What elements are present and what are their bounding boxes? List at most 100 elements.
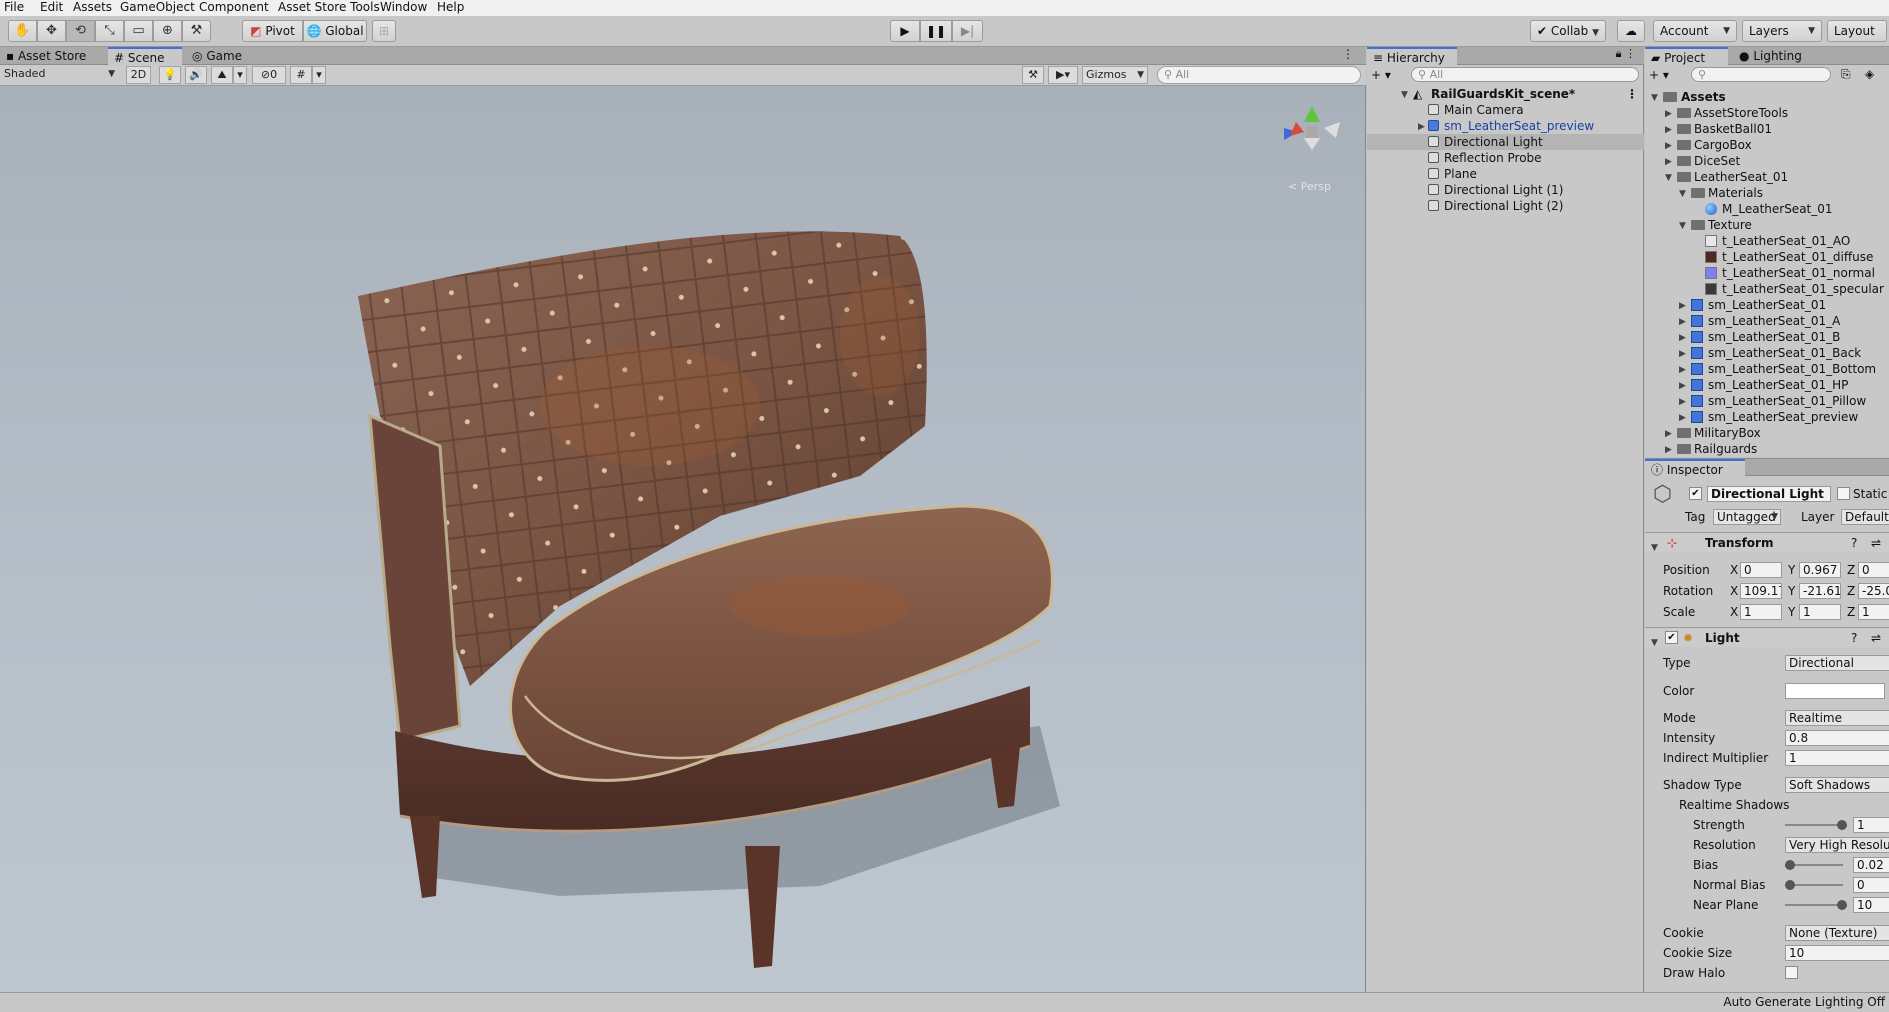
menu-help[interactable]: Help <box>437 0 464 16</box>
filter-label-icon[interactable]: ◈ <box>1865 67 1874 81</box>
camera-settings-icon[interactable]: ▶▾ <box>1048 66 1078 84</box>
position-z-input[interactable]: 0 <box>1858 562 1889 578</box>
grid-dropdown-icon[interactable]: ▾ <box>312 66 326 84</box>
tab-project[interactable]: ▰ Project <box>1645 47 1728 65</box>
indirect-multiplier-input[interactable]: 1 <box>1785 750 1889 766</box>
help-icon[interactable]: ? <box>1851 628 1857 648</box>
slider-knob[interactable] <box>1785 860 1795 870</box>
project-item[interactable]: ▶ sm_LeatherSeat_01_Pillow <box>1645 393 1889 409</box>
help-icon[interactable]: ? <box>1851 533 1857 553</box>
hierarchy-item[interactable]: ▶ sm_LeatherSeat_preview <box>1367 118 1644 134</box>
persp-label[interactable]: < Persp <box>1288 180 1331 193</box>
static-checkbox[interactable] <box>1837 487 1850 500</box>
tools-icon[interactable]: ⚒ <box>1022 66 1044 84</box>
active-checkbox[interactable]: ✔ <box>1689 487 1702 500</box>
audio-toggle-icon[interactable]: 🔊 <box>185 66 207 84</box>
pause-button[interactable]: ❚❚ <box>920 20 952 42</box>
menu-assets[interactable]: Assets <box>73 0 112 16</box>
menu-file[interactable]: File <box>4 0 24 16</box>
bias-input[interactable]: 0.02 <box>1853 857 1889 873</box>
custom-tool-icon[interactable]: ⚒ <box>182 20 211 42</box>
project-item[interactable]: ▶ AssetStoreTools <box>1645 105 1889 121</box>
rect-tool-icon[interactable]: ▭ <box>124 20 153 42</box>
slider-knob[interactable] <box>1837 820 1847 830</box>
hidden-objects-toggle[interactable]: ⊘0 <box>252 66 286 84</box>
tab-inspector[interactable]: ⓘ Inspector <box>1645 459 1745 477</box>
project-item[interactable]: ▶ BasketBall01 <box>1645 121 1889 137</box>
layers-dropdown[interactable]: Layers ▼ <box>1742 20 1822 42</box>
project-item[interactable]: ▶ sm_LeatherSeat_01 <box>1645 297 1889 313</box>
menu-gameobject[interactable]: GameObject <box>120 0 195 16</box>
strength-input[interactable]: 1 <box>1853 817 1889 833</box>
rotation-x-input[interactable]: 109.17 <box>1740 583 1782 599</box>
cookie-object-field[interactable]: None (Texture) <box>1785 925 1889 941</box>
project-item[interactable]: ▼ Materials <box>1645 185 1889 201</box>
lock-icon[interactable]: 🔒︎ ⋮ <box>1616 47 1636 61</box>
more-options-icon[interactable]: ⋮ <box>1342 47 1354 61</box>
hierarchy-item[interactable]: Directional Light (2) <box>1367 198 1644 214</box>
layout-dropdown[interactable]: Layout <box>1827 20 1887 42</box>
project-item[interactable]: ▶ sm_LeatherSeat_01_HP <box>1645 377 1889 393</box>
draw-halo-checkbox[interactable] <box>1785 966 1798 979</box>
scene-viewport[interactable]: < Persp <box>0 86 1366 992</box>
rotation-z-input[interactable]: -25.0 <box>1858 583 1889 599</box>
bias-slider[interactable] <box>1785 857 1847 873</box>
slider-knob[interactable] <box>1837 900 1847 910</box>
scale-tool-icon[interactable]: ⤡ <box>95 20 124 42</box>
hand-tool-icon[interactable]: ✋ <box>8 20 37 42</box>
more-options-icon[interactable]: ⋮ <box>1626 86 1638 102</box>
tab-asset-store[interactable]: ▪ Asset Store <box>0 47 108 65</box>
shadow-type-dropdown[interactable]: Soft Shadows <box>1785 777 1889 793</box>
hierarchy-item[interactable]: Reflection Probe <box>1367 150 1644 166</box>
scale-x-input[interactable]: 1 <box>1740 604 1782 620</box>
project-item[interactable]: M_LeatherSeat_01 <box>1645 201 1889 217</box>
shading-mode-dropdown[interactable]: Shaded ▼ <box>2 66 119 84</box>
project-item[interactable]: ▼ Texture <box>1645 217 1889 233</box>
create-button[interactable]: + ▾ <box>1371 68 1391 82</box>
project-item[interactable]: ▶ Railguards <box>1645 441 1889 457</box>
scene-orientation-gizmo[interactable] <box>1270 92 1350 172</box>
intensity-input[interactable]: 0.8 <box>1785 730 1889 746</box>
effects-dropdown-icon[interactable]: ▾ <box>233 66 247 84</box>
grid-toggle-icon[interactable]: # <box>290 66 312 84</box>
transform-tool-icon[interactable]: ⊕ <box>153 20 182 42</box>
menu-asset-store-tools[interactable]: Asset Store Tools <box>278 0 380 16</box>
rotate-tool-icon[interactable]: ⟲ <box>66 20 95 42</box>
mode-dropdown[interactable]: Realtime <box>1785 710 1889 726</box>
menu-edit[interactable]: Edit <box>40 0 63 16</box>
component-menu-icon[interactable]: ⇌ <box>1871 628 1881 648</box>
hierarchy-item[interactable]: Plane <box>1367 166 1644 182</box>
project-item[interactable]: ▶ CargoBox <box>1645 137 1889 153</box>
collab-dropdown[interactable]: ✔ Collab ▼ <box>1530 20 1606 42</box>
project-item[interactable]: ▶ sm_LeatherSeat_01_A <box>1645 313 1889 329</box>
pivot-toggle[interactable]: ◩ Pivot <box>242 20 303 42</box>
project-item[interactable]: t_LeatherSeat_01_AO <box>1645 233 1889 249</box>
scale-z-input[interactable]: 1 <box>1858 604 1889 620</box>
lighting-toggle-icon[interactable]: 💡 <box>159 66 181 84</box>
normal-bias-input[interactable]: 0 <box>1853 877 1889 893</box>
position-x-input[interactable]: 0 <box>1740 562 1782 578</box>
project-item[interactable]: ▶ DiceSet <box>1645 153 1889 169</box>
project-item[interactable]: ▶ MilitaryBox <box>1645 425 1889 441</box>
hierarchy-item[interactable]: Main Camera <box>1367 102 1644 118</box>
step-button[interactable]: ▶| <box>952 20 983 42</box>
near-plane-slider[interactable] <box>1785 897 1847 913</box>
transform-header[interactable]: ▼ ⊹ Transform ? ⇌ <box>1645 532 1889 553</box>
hierarchy-search-input[interactable]: ⚲ All <box>1411 67 1639 82</box>
gizmos-dropdown[interactable]: Gizmos ▼ <box>1082 66 1148 84</box>
normal-bias-slider[interactable] <box>1785 877 1847 893</box>
create-asset-button[interactable]: + ▾ <box>1649 68 1669 82</box>
project-item[interactable]: t_LeatherSeat_01_diffuse <box>1645 249 1889 265</box>
type-dropdown[interactable]: Directional <box>1785 655 1889 671</box>
position-y-input[interactable]: 0.967 <box>1799 562 1841 578</box>
scale-y-input[interactable]: 1 <box>1799 604 1841 620</box>
project-item[interactable]: ▶ sm_LeatherSeat_01_B <box>1645 329 1889 345</box>
tab-scene[interactable]: # Scene <box>108 47 182 65</box>
component-menu-icon[interactable]: ⇌ <box>1871 533 1881 553</box>
play-button[interactable]: ▶ <box>890 20 920 42</box>
layer-dropdown[interactable]: Default <box>1841 509 1889 525</box>
mode-2d-toggle[interactable]: 2D <box>126 66 151 84</box>
project-item[interactable]: t_LeatherSeat_01_specular <box>1645 281 1889 297</box>
scene-search-input[interactable]: ⚲ All <box>1157 66 1361 84</box>
global-toggle[interactable]: 🌐 Global <box>303 20 367 42</box>
